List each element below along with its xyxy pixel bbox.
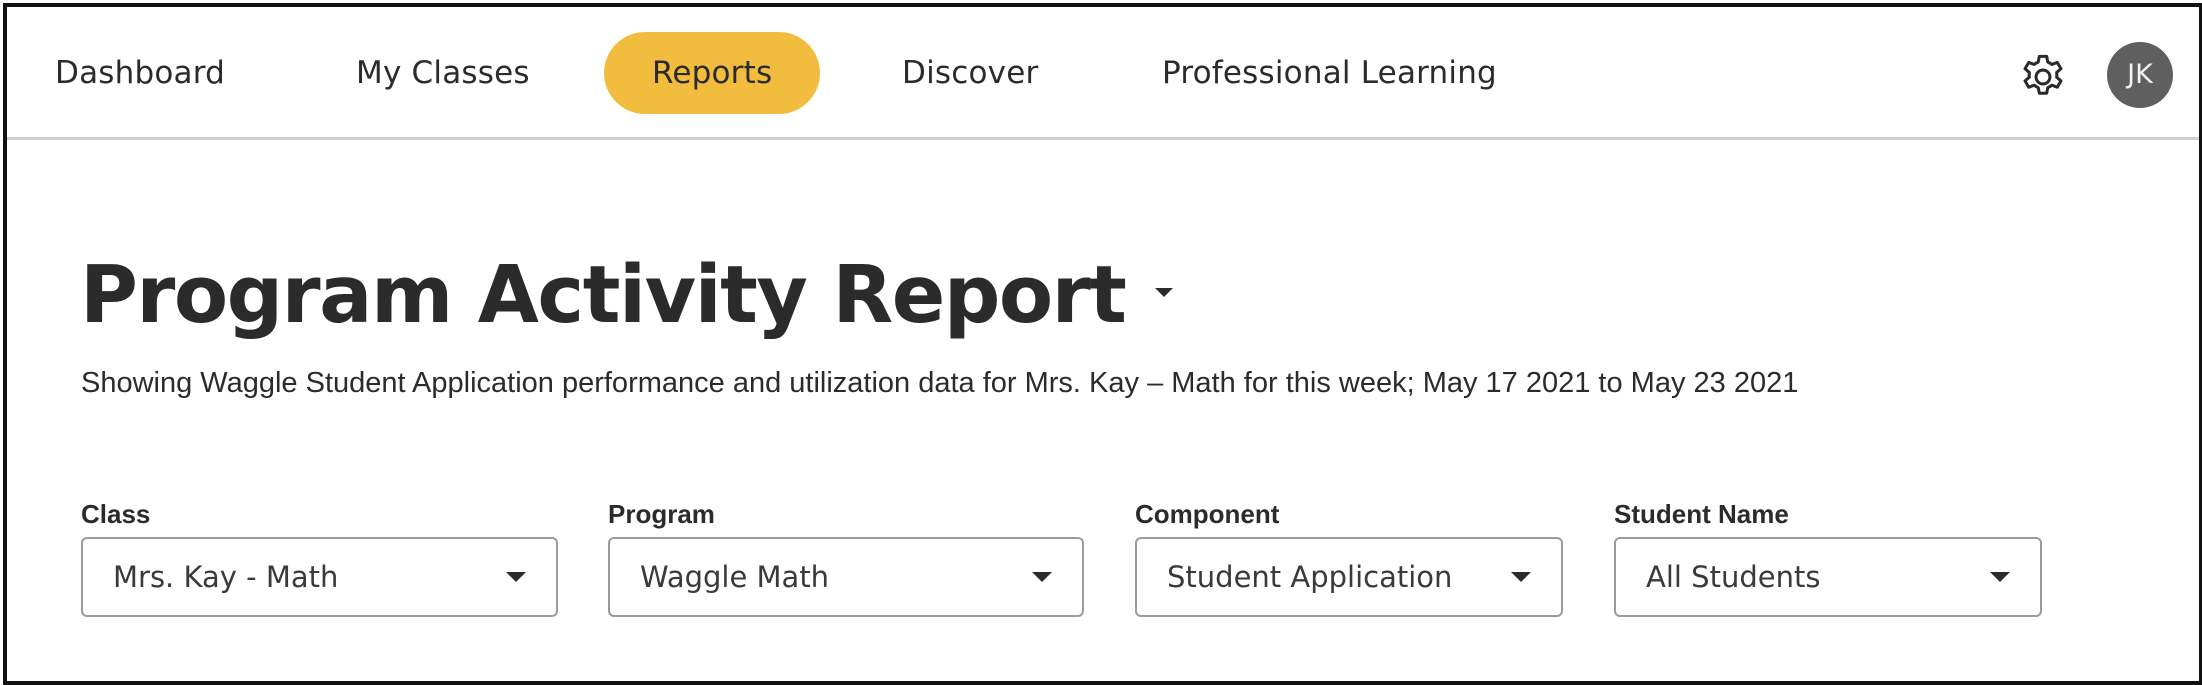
student-name-select[interactable]: All Students [1614, 537, 2042, 617]
user-avatar[interactable]: JK [2107, 42, 2173, 108]
gear-icon[interactable] [2017, 51, 2069, 103]
nav-item-professional-learning[interactable]: Professional Learning [1162, 32, 1497, 114]
report-description: Showing Waggle Student Application perfo… [81, 367, 1799, 399]
student-name-select-value: All Students [1646, 560, 1821, 594]
component-filter-label: Component [1135, 499, 1280, 529]
nav-item-discover[interactable]: Discover [902, 32, 1038, 114]
chevron-down-icon [1990, 572, 2010, 582]
class-select[interactable]: Mrs. Kay - Math [81, 537, 558, 617]
chevron-down-icon [1032, 572, 1052, 582]
nav-item-my-classes[interactable]: My Classes [356, 32, 530, 114]
chevron-down-icon [506, 572, 526, 582]
student-name-filter-label: Student Name [1614, 499, 1789, 529]
report-title-row[interactable]: Program Activity Report [80, 245, 1174, 345]
page-title: Program Activity Report [80, 249, 1127, 341]
program-select[interactable]: Waggle Math [608, 537, 1084, 617]
chevron-down-icon [1511, 572, 1531, 582]
app-frame: Dashboard My Classes Reports Discover Pr… [3, 3, 2202, 685]
top-navigation: Dashboard My Classes Reports Discover Pr… [7, 7, 2199, 140]
class-filter-label: Class [81, 499, 151, 529]
program-filter-label: Program [608, 499, 715, 529]
nav-item-reports[interactable]: Reports [604, 32, 821, 114]
class-select-value: Mrs. Kay - Math [113, 560, 339, 594]
report-selector-caret-icon[interactable] [1155, 287, 1174, 297]
component-select-value: Student Application [1167, 560, 1453, 594]
component-select[interactable]: Student Application [1135, 537, 1563, 617]
program-select-value: Waggle Math [640, 560, 830, 594]
nav-item-dashboard[interactable]: Dashboard [55, 32, 225, 114]
